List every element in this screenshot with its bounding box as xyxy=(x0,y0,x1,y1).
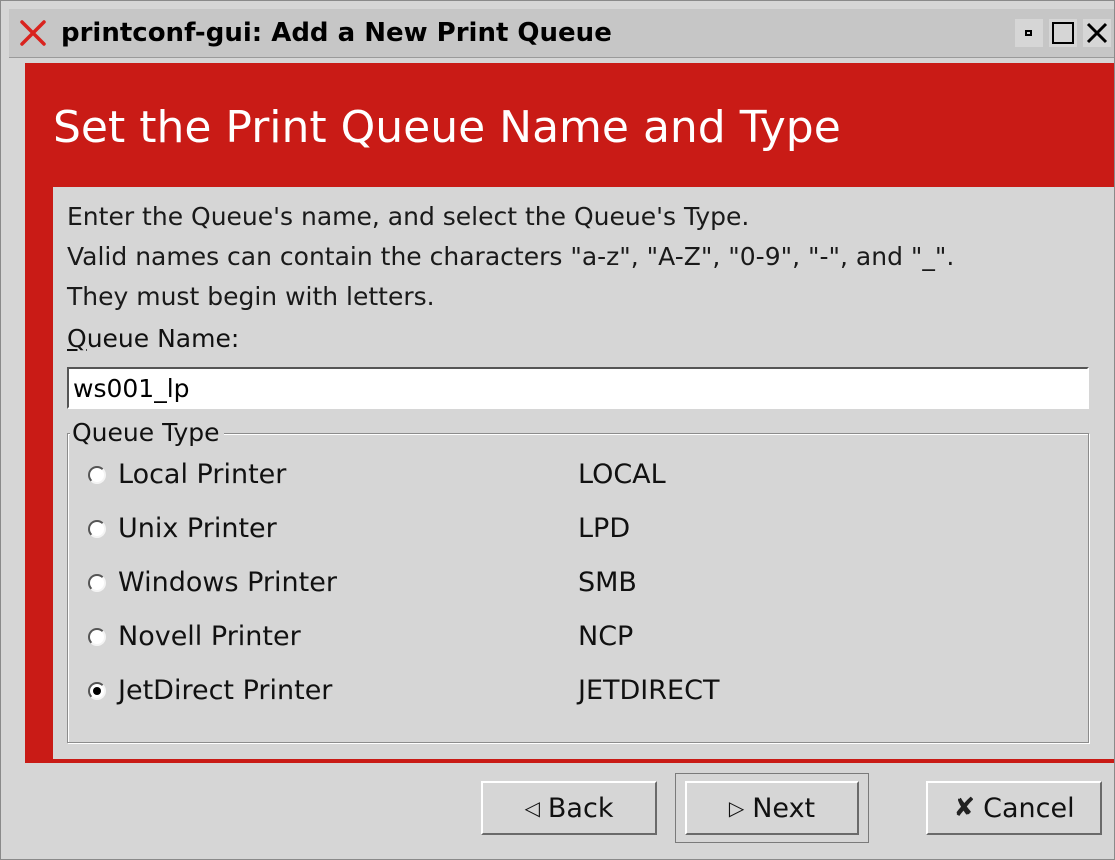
back-button[interactable]: ◁ Back xyxy=(481,781,657,835)
radio-type-code: JETDIRECT xyxy=(578,675,720,706)
queue-name-label: Queue Name: xyxy=(67,323,239,355)
minimize-icon[interactable] xyxy=(1015,19,1043,47)
queue-name-mnemonic: Q xyxy=(67,324,87,353)
instruction-line-1: Enter the Queue's name, and select the Q… xyxy=(67,202,750,231)
radio-label: Unix Printer xyxy=(118,513,277,544)
title-bar[interactable]: printconf-gui: Add a New Print Queue xyxy=(9,9,1114,58)
instruction-line-3: They must begin with letters. xyxy=(67,282,435,311)
radio-type-code: NCP xyxy=(578,621,634,652)
instruction-line-2: Valid names can contain the characters "… xyxy=(67,242,955,271)
queue-type-legend: Queue Type xyxy=(70,418,224,448)
next-button-label: Next xyxy=(752,792,816,824)
radio-button[interactable] xyxy=(88,574,106,592)
radio-option-local[interactable]: Local Printer LOCAL xyxy=(68,456,1088,496)
content-panel: Enter the Queue's name, and select the Q… xyxy=(53,187,1114,759)
header-band: Set the Print Queue Name and Type Enter … xyxy=(25,63,1114,763)
radio-option-windows[interactable]: Windows Printer SMB xyxy=(68,564,1088,604)
radio-label: Local Printer xyxy=(118,459,287,490)
queue-name-input[interactable] xyxy=(67,367,1089,409)
left-triangle-icon: ◁ xyxy=(524,796,540,820)
page-title: Set the Print Queue Name and Type xyxy=(53,102,841,153)
radio-button[interactable] xyxy=(88,520,106,538)
back-button-label: Back xyxy=(547,792,614,824)
radio-option-unix[interactable]: Unix Printer LPD xyxy=(68,510,1088,550)
radio-type-code: SMB xyxy=(578,567,637,598)
dialog-window: printconf-gui: Add a New Print Queue Set… xyxy=(0,0,1115,860)
radio-label: Windows Printer xyxy=(118,567,337,598)
maximize-icon[interactable] xyxy=(1049,19,1077,47)
cancel-x-icon: ✘ xyxy=(953,793,976,823)
radio-label: Novell Printer xyxy=(118,621,301,652)
radio-type-code: LOCAL xyxy=(578,459,666,490)
queue-name-label-text: ueue Name: xyxy=(86,324,240,353)
radio-option-novell[interactable]: Novell Printer NCP xyxy=(68,618,1088,658)
radio-label: JetDirect Printer xyxy=(118,675,333,706)
window-title: printconf-gui: Add a New Print Queue xyxy=(61,18,612,48)
close-icon[interactable] xyxy=(1083,19,1111,47)
radio-button[interactable] xyxy=(88,682,106,700)
radio-option-jetdirect[interactable]: JetDirect Printer JETDIRECT xyxy=(68,672,1088,712)
window-x-icon[interactable] xyxy=(19,19,47,47)
next-button[interactable]: ▷ Next xyxy=(685,781,859,835)
queue-type-group: Queue Type Local Printer LOCAL Unix Prin… xyxy=(67,418,1089,743)
radio-type-code: LPD xyxy=(578,513,631,544)
cancel-button[interactable]: ✘ Cancel xyxy=(926,781,1102,835)
cancel-button-label: Cancel xyxy=(983,792,1075,824)
radio-button[interactable] xyxy=(88,466,106,484)
right-triangle-icon: ▷ xyxy=(728,796,745,820)
radio-button[interactable] xyxy=(88,628,106,646)
